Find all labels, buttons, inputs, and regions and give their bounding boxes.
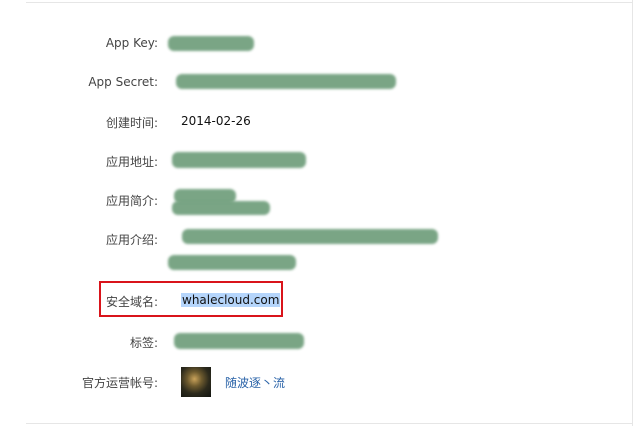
created-label: 创建时间: — [105, 116, 158, 130]
app-secret-redacted — [176, 74, 396, 89]
official-account-label: 官方运营帐号: — [81, 376, 158, 390]
tags-redacted — [174, 333, 304, 349]
security-domain-selected-text[interactable]: whalecloud.com — [181, 293, 281, 307]
top-divider — [26, 2, 633, 3]
app-url-redacted — [172, 152, 306, 168]
app-intro-redacted-1 — [182, 229, 438, 244]
app-secret-label: App Secret: — [88, 75, 158, 89]
app-key-redacted — [168, 36, 254, 51]
official-account-link[interactable]: 随波逐丶流 — [225, 374, 285, 391]
app-intro-redacted-2 — [168, 255, 296, 270]
security-domain-label: 安全域名: — [105, 295, 158, 309]
app-brief-redacted-2 — [172, 201, 270, 215]
app-brief-label: 应用简介: — [105, 194, 158, 208]
tags-label: 标签: — [129, 336, 158, 350]
app-key-label: App Key: — [105, 36, 158, 50]
app-intro-label: 应用介绍: — [105, 233, 158, 247]
app-url-label: 应用地址: — [105, 155, 158, 169]
security-domain-value[interactable]: whalecloud.com — [181, 293, 281, 307]
bottom-divider — [26, 423, 633, 424]
avatar[interactable] — [181, 367, 211, 397]
created-value: 2014-02-26 — [181, 114, 251, 128]
